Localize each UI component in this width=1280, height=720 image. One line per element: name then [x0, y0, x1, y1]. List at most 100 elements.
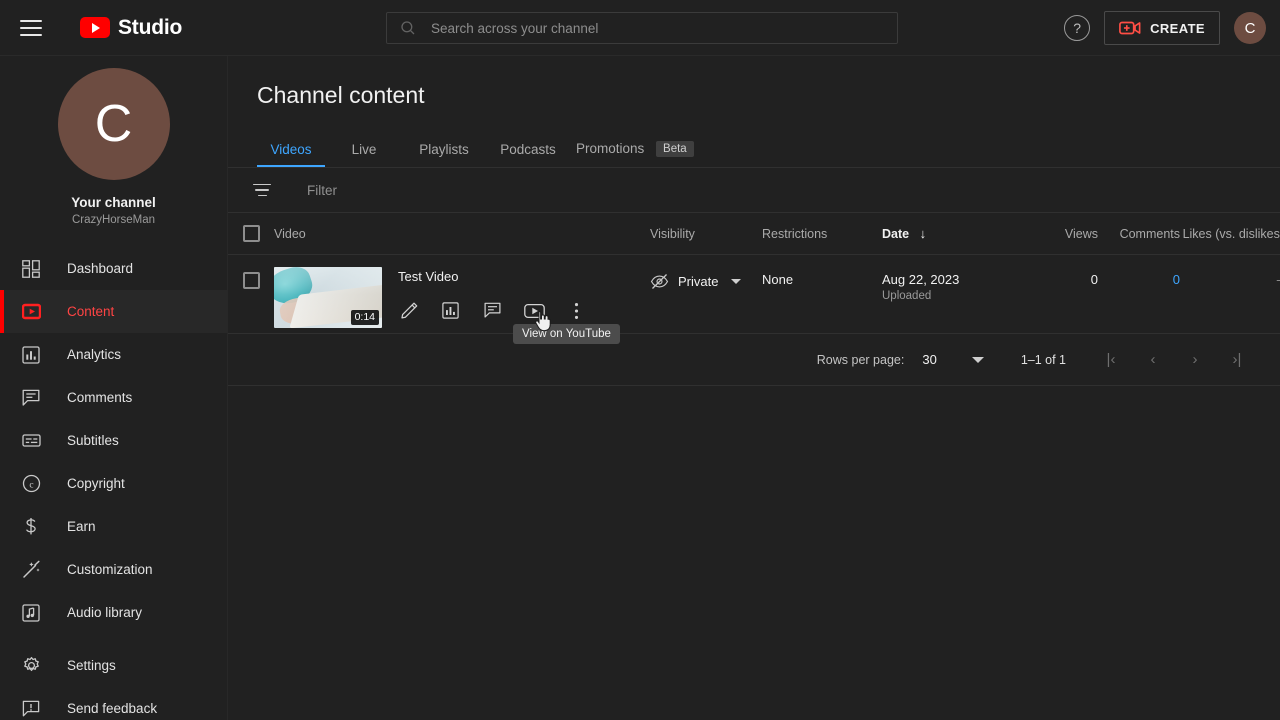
restrictions-cell: None — [762, 255, 882, 287]
feedback-icon — [19, 697, 43, 720]
copyright-icon: c — [19, 472, 43, 496]
header-views[interactable]: Views — [1022, 227, 1098, 241]
tab-promotions[interactable]: Promotions Beta — [571, 141, 694, 167]
sidebar-item-comments[interactable]: Comments — [0, 376, 227, 419]
tab-label: Videos — [270, 142, 312, 157]
filter-icon[interactable] — [253, 179, 275, 201]
subtitles-icon — [19, 429, 43, 453]
sidebar-item-label: Copyright — [67, 476, 125, 491]
hamburger-icon[interactable] — [20, 16, 44, 40]
first-page-button[interactable]: |‹ — [1090, 343, 1132, 377]
channel-label: Your channel — [71, 195, 156, 210]
more-options-icon[interactable] — [566, 300, 587, 321]
filter-input[interactable] — [307, 182, 727, 198]
header-visibility[interactable]: Visibility — [650, 227, 762, 241]
sidebar-item-label: Settings — [67, 658, 116, 673]
sidebar-item-dashboard[interactable]: Dashboard — [0, 247, 227, 290]
dashboard-icon — [19, 257, 43, 281]
channel-block: C Your channel CrazyHorseMan — [0, 56, 227, 226]
main-content: Channel content Videos Live Playlists Po… — [228, 56, 1280, 720]
dollar-icon — [19, 515, 43, 539]
sidebar-item-earn[interactable]: Earn — [0, 505, 227, 548]
search-icon — [401, 21, 415, 35]
sidebar: C Your channel CrazyHorseMan Dashboard C… — [0, 56, 228, 720]
visibility-cell[interactable]: Private — [650, 255, 762, 291]
sidebar-nav: Dashboard Content Analytics Comments Sub… — [0, 247, 227, 720]
search-input[interactable] — [431, 20, 885, 36]
tab-live[interactable]: Live — [325, 142, 403, 167]
views-value: 0 — [1090, 272, 1098, 287]
studio-logo[interactable]: Studio — [80, 16, 182, 40]
prev-page-button[interactable]: ‹ — [1132, 343, 1174, 377]
sidebar-item-label: Customization — [67, 562, 153, 577]
page-title: Channel content — [257, 82, 425, 108]
sidebar-item-label: Subtitles — [67, 433, 119, 448]
gear-icon — [19, 654, 43, 678]
create-video-icon — [1119, 21, 1141, 35]
rows-per-page-value[interactable]: 30 — [922, 352, 936, 367]
comments-icon[interactable] — [482, 300, 503, 321]
sidebar-item-settings[interactable]: Settings — [0, 644, 227, 687]
sidebar-item-send-feedback[interactable]: Send feedback — [0, 687, 227, 720]
sidebar-item-label: Content — [67, 304, 115, 319]
svg-text:c: c — [29, 480, 33, 490]
restrictions-value: None — [762, 272, 794, 287]
row-checkbox[interactable] — [242, 272, 260, 289]
tab-playlists[interactable]: Playlists — [403, 142, 485, 167]
next-page-button[interactable]: › — [1174, 343, 1216, 377]
tooltip: View on YouTube — [513, 324, 620, 344]
analytics-icon[interactable] — [440, 300, 461, 321]
select-all-checkbox[interactable] — [242, 225, 260, 242]
header-likes[interactable]: Likes (vs. dislikes) — [1180, 227, 1280, 241]
row-actions — [398, 300, 587, 321]
table-row[interactable]: 0:14 Test Video Private None Aug 22, 202… — [228, 255, 1280, 334]
pagination-bar: Rows per page: 30 1–1 of 1 |‹ ‹ › ›| — [228, 334, 1280, 386]
sidebar-item-subtitles[interactable]: Subtitles — [0, 419, 227, 462]
rows-per-page-chevron-down-icon[interactable] — [971, 356, 984, 363]
date-value: Aug 22, 2023 — [882, 272, 960, 287]
comments-icon — [19, 386, 43, 410]
sidebar-item-audio-library[interactable]: Audio library — [0, 591, 227, 634]
video-title[interactable]: Test Video — [398, 269, 587, 284]
sidebar-item-analytics[interactable]: Analytics — [0, 333, 227, 376]
header-restrictions[interactable]: Restrictions — [762, 227, 882, 241]
magic-wand-icon — [19, 558, 43, 582]
sidebar-item-content[interactable]: Content — [0, 290, 227, 333]
sort-descending-icon: ↓ — [919, 226, 927, 241]
chevron-down-icon[interactable] — [731, 279, 742, 284]
avatar[interactable]: C — [1234, 12, 1266, 44]
edit-icon[interactable] — [398, 300, 419, 321]
select-all-cell — [228, 225, 274, 242]
sidebar-item-label: Send feedback — [67, 701, 158, 716]
video-thumbnail[interactable]: 0:14 — [274, 267, 382, 328]
last-page-button[interactable]: ›| — [1216, 343, 1258, 377]
video-meta: Test Video — [398, 267, 587, 328]
comments-value[interactable]: 0 — [1098, 255, 1180, 287]
table-header-row: Video Visibility Restrictions Date ↓ Vie… — [228, 213, 1280, 255]
beta-badge: Beta — [656, 141, 694, 157]
help-circle-icon[interactable]: ? — [1064, 15, 1091, 41]
header-comments[interactable]: Comments — [1098, 227, 1180, 241]
search-bar[interactable] — [386, 12, 898, 44]
header-date-label: Date — [882, 227, 910, 241]
create-button[interactable]: CREATE — [1104, 11, 1220, 45]
header-date[interactable]: Date ↓ — [882, 226, 1022, 241]
sidebar-item-copyright[interactable]: c Copyright — [0, 462, 227, 505]
header-video[interactable]: Video — [274, 227, 650, 241]
sidebar-item-customization[interactable]: Customization — [0, 548, 227, 591]
channel-avatar[interactable]: C — [57, 68, 170, 180]
channel-handle: CrazyHorseMan — [71, 214, 156, 226]
analytics-icon — [19, 343, 43, 367]
tab-videos[interactable]: Videos — [257, 142, 325, 167]
content-tabs: Videos Live Playlists Podcasts Promotion… — [228, 129, 1280, 167]
date-cell: Aug 22, 2023 Uploaded — [882, 255, 1022, 302]
sidebar-item-label: Comments — [67, 390, 133, 405]
eye-off-icon — [650, 273, 669, 290]
tab-podcasts[interactable]: Podcasts — [485, 142, 571, 167]
sidebar-item-label: Dashboard — [67, 261, 134, 276]
rows-per-page-label: Rows per page: — [816, 352, 905, 367]
youtube-play-icon[interactable] — [524, 300, 545, 321]
tab-label: Live — [351, 142, 377, 157]
tab-label: Playlists — [419, 142, 469, 157]
comments-cell: 0 — [1098, 255, 1180, 287]
